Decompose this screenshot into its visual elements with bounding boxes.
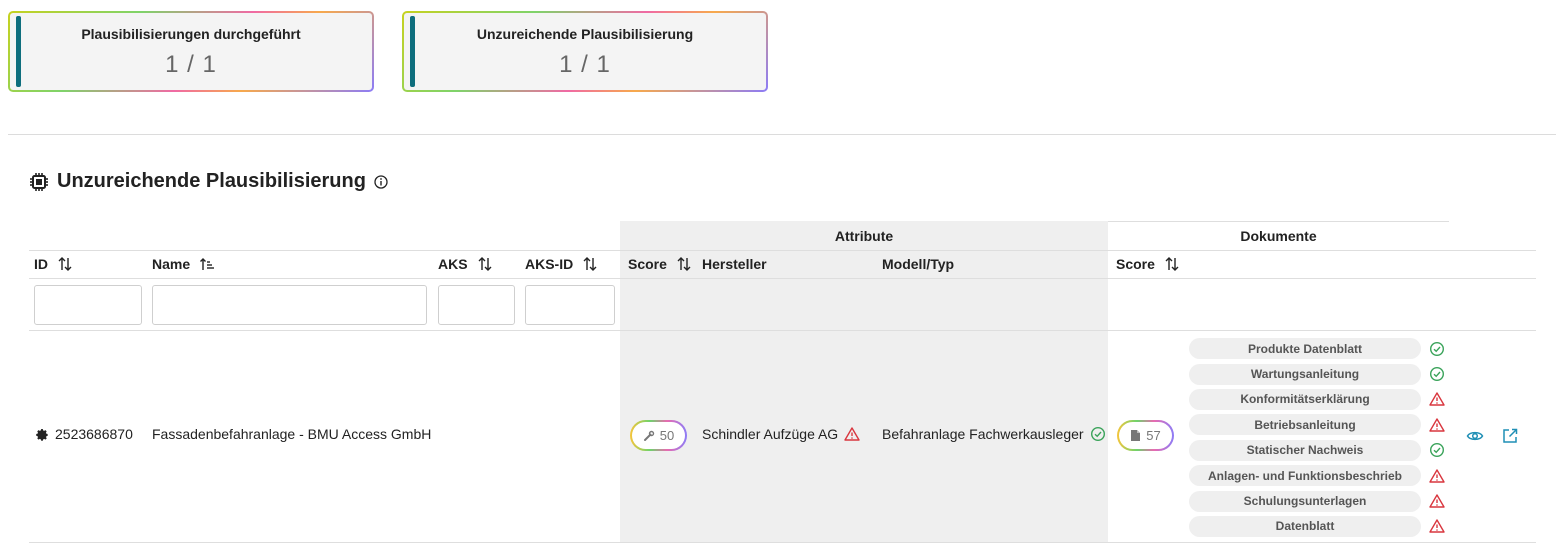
check-circle-icon <box>1090 426 1105 442</box>
sort-icon[interactable] <box>676 256 692 272</box>
column-header-id[interactable]: ID <box>34 256 73 272</box>
filter-input-name[interactable] <box>152 285 427 325</box>
warning-icon <box>1429 392 1445 407</box>
column-header-attr-score[interactable]: Score <box>628 256 692 272</box>
column-header-aks[interactable]: AKS <box>438 256 493 272</box>
column-label: ID <box>34 256 48 272</box>
sort-icon[interactable] <box>1164 256 1180 272</box>
table-line <box>29 330 1536 331</box>
kpi-card-inner: Plausibilisierungen durchgeführt 1 / 1 <box>10 13 372 90</box>
gear-icon[interactable] <box>35 427 49 441</box>
list-item: Wartungsanleitung <box>1189 361 1449 386</box>
section-divider <box>8 134 1556 135</box>
attr-score-badge: 50 <box>630 420 687 451</box>
modell-cell: Befahranlage Fachwerkausleger <box>882 426 1106 442</box>
list-item: Schulungsunterlagen <box>1189 488 1449 513</box>
column-header-doc-score[interactable]: Score <box>1116 256 1180 272</box>
kpi-accent-bar <box>410 16 415 87</box>
wrench-icon <box>643 430 654 441</box>
document-badge: Anlagen- und Funktionsbeschrieb <box>1189 465 1421 487</box>
column-label: Modell/Typ <box>882 256 955 272</box>
row-id: 2523686870 <box>55 426 133 442</box>
hersteller-value: Schindler Aufzüge AG <box>702 426 839 442</box>
results-table: Attribute Dokumente ID Name AKS AKS-ID S… <box>29 221 1536 543</box>
score-pill-inner: 57 <box>1119 422 1172 449</box>
kpi-value: 1 / 1 <box>165 51 217 78</box>
column-label: Name <box>152 256 191 272</box>
column-label: AKS-ID <box>525 256 574 272</box>
filter-input-aks-id[interactable] <box>525 285 615 325</box>
column-label: Score <box>628 256 667 272</box>
table-row-id-cell: 2523686870 <box>35 426 133 442</box>
sort-ascending-icon[interactable] <box>199 256 215 272</box>
check-circle-icon <box>1429 367 1445 382</box>
group-header-dokumente: Dokumente <box>1240 227 1317 244</box>
list-item: Konformitätserklärung <box>1189 387 1449 412</box>
warning-icon <box>844 427 860 441</box>
column-label: AKS <box>438 256 468 272</box>
warning-icon <box>1429 519 1445 534</box>
page-title: Unzureichende Plausibilisierung <box>57 170 366 192</box>
column-header-aks-id[interactable]: AKS-ID <box>525 256 598 272</box>
check-circle-icon <box>1429 443 1445 458</box>
column-header-name[interactable]: Name <box>152 256 215 272</box>
chip-icon <box>30 172 48 191</box>
kpi-card-performed[interactable]: Plausibilisierungen durchgeführt 1 / 1 <box>8 11 374 92</box>
section-header: Unzureichende Plausibilisierung <box>29 170 388 193</box>
column-label: Hersteller <box>702 256 767 272</box>
sort-icon[interactable] <box>477 256 493 272</box>
score-pill: 50 <box>630 420 687 451</box>
modell-value: Befahranlage Fachwerkausleger <box>882 426 1084 442</box>
score-pill-inner: 50 <box>632 422 685 449</box>
list-item: Anlagen- und Funktionsbeschrieb <box>1189 463 1449 488</box>
document-icon <box>1131 430 1141 441</box>
filter-input-aks[interactable] <box>438 285 515 325</box>
filter-input-id[interactable] <box>34 285 142 325</box>
info-icon[interactable] <box>374 174 388 189</box>
warning-icon <box>1429 494 1445 508</box>
table-line <box>29 278 1536 279</box>
doc-score-value: 57 <box>1146 428 1161 443</box>
column-header-modell: Modell/Typ <box>882 256 954 272</box>
document-list: Produkte Datenblatt Wartungsanleitung Ko… <box>1189 336 1449 539</box>
list-item: Datenblatt <box>1189 514 1449 539</box>
external-link-icon[interactable] <box>1501 427 1519 445</box>
table-line <box>29 250 1536 251</box>
check-circle-icon <box>1429 341 1445 356</box>
attribute-group-background <box>620 221 1108 543</box>
document-badge: Schulungsunterlagen <box>1189 490 1421 512</box>
group-header-attribute: Attribute <box>834 227 894 244</box>
column-header-hersteller: Hersteller <box>702 256 767 272</box>
sort-icon[interactable] <box>582 256 598 272</box>
kpi-accent-bar <box>16 16 21 87</box>
table-line <box>1108 221 1449 222</box>
hersteller-cell: Schindler Aufzüge AG <box>702 426 860 442</box>
document-badge: Produkte Datenblatt <box>1189 338 1421 360</box>
list-item: Betriebsanleitung <box>1189 412 1449 437</box>
kpi-value: 1 / 1 <box>559 51 611 78</box>
column-label: Score <box>1116 256 1155 272</box>
kpi-card-insufficient[interactable]: Unzureichende Plausibilisierung 1 / 1 <box>402 11 768 92</box>
list-item: Produkte Datenblatt <box>1189 336 1449 361</box>
document-badge: Wartungsanleitung <box>1189 363 1421 385</box>
table-line <box>29 542 1536 543</box>
view-eye-icon[interactable] <box>1466 427 1484 445</box>
document-badge: Konformitätserklärung <box>1189 388 1421 410</box>
row-name: Fassadenbefahranlage - BMU Access GmbH <box>152 426 432 442</box>
doc-score-badge: 57 <box>1117 420 1174 451</box>
list-item: Statischer Nachweis <box>1189 438 1449 463</box>
kpi-row: Plausibilisierungen durchgeführt 1 / 1 U… <box>8 11 768 92</box>
warning-icon <box>1429 468 1445 483</box>
sort-icon[interactable] <box>57 256 73 272</box>
kpi-card-inner: Unzureichende Plausibilisierung 1 / 1 <box>404 13 766 90</box>
document-badge: Statischer Nachweis <box>1189 439 1421 461</box>
kpi-title: Plausibilisierungen durchgeführt <box>81 26 301 42</box>
warning-icon <box>1429 418 1445 432</box>
score-pill: 57 <box>1117 420 1174 451</box>
kpi-title: Unzureichende Plausibilisierung <box>476 26 694 42</box>
attr-score-value: 50 <box>659 428 675 443</box>
document-badge: Betriebsanleitung <box>1189 414 1421 436</box>
document-badge: Datenblatt <box>1189 515 1421 537</box>
